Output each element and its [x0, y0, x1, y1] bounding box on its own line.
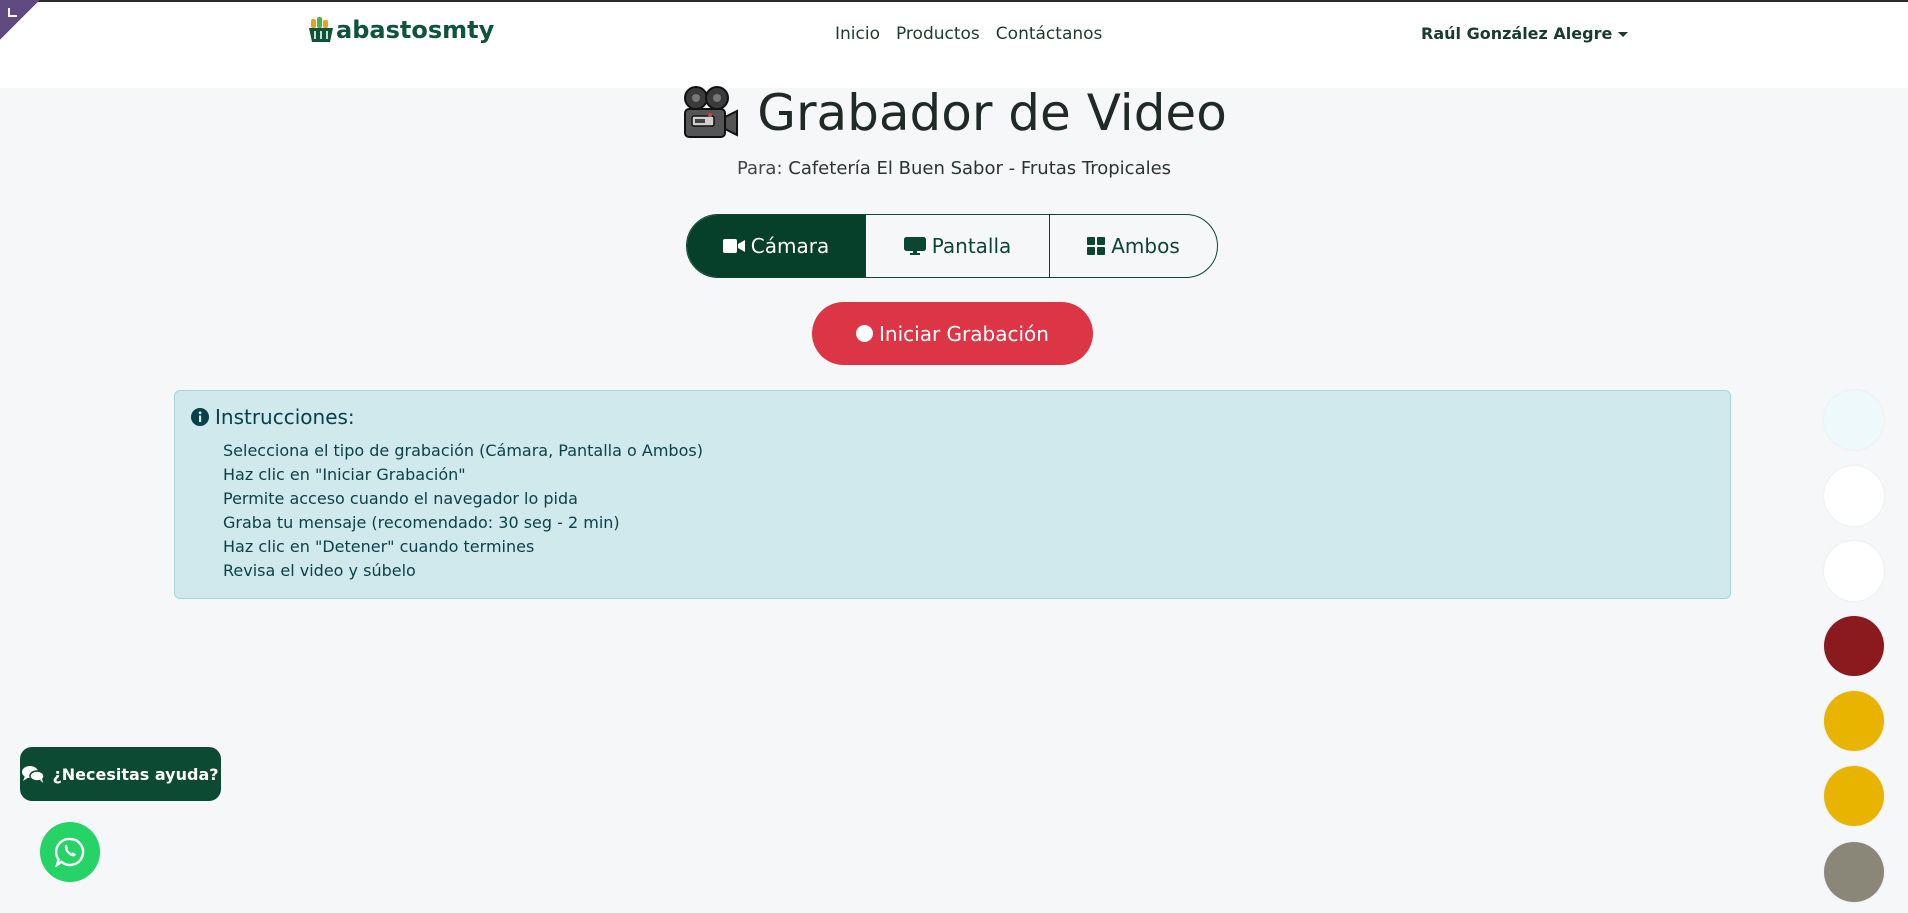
brand-logo[interactable]: abastosmty [308, 16, 494, 44]
record-dot-icon [856, 325, 874, 342]
main-nav: Inicio Productos Contáctanos [835, 24, 1102, 44]
instruction-step: Selecciona el tipo de grabación (Cámara,… [223, 441, 703, 460]
nav-link-productos[interactable]: Productos [896, 24, 980, 44]
help-chat-button[interactable]: ¿Necesitas ayuda? [20, 747, 221, 801]
subtitle-business-name: Cafetería El Buen Sabor - Frutas Tropica… [788, 158, 1172, 179]
basket-icon [309, 17, 333, 42]
video-icon [722, 239, 745, 253]
chat-bubbles-icon [22, 766, 45, 783]
side-product-button[interactable] [1824, 616, 1884, 676]
brand-name: abastosmty [336, 16, 495, 44]
page-title-text: Grabador de Video [757, 84, 1227, 142]
recording-mode-selector: Cámara Pantalla Ambos [686, 214, 1218, 278]
mode-screen-label: Pantalla [931, 234, 1012, 258]
instruction-step: Graba tu mensaje (recomendado: 30 seg - … [223, 513, 620, 532]
user-menu-dropdown[interactable]: Raúl González Alegre [1421, 24, 1629, 43]
mode-both-label: Ambos [1111, 234, 1180, 258]
instructions-heading-text: Instrucciones: [215, 405, 355, 429]
mode-camera-button[interactable]: Cámara [687, 215, 865, 277]
start-recording-button[interactable]: Iniciar Grabación [812, 302, 1093, 365]
side-product-button[interactable] [1824, 466, 1884, 526]
mode-both-button[interactable]: Ambos [1049, 215, 1217, 277]
instructions-list: Selecciona el tipo de grabación (Cámara,… [223, 439, 703, 583]
side-product-button[interactable] [1824, 766, 1884, 826]
side-product-button[interactable] [1824, 691, 1884, 751]
start-recording-label: Iniciar Grabación [879, 321, 1049, 346]
whatsapp-button[interactable] [40, 822, 100, 882]
info-circle-icon [191, 408, 209, 426]
nav-link-inicio[interactable]: Inicio [835, 24, 880, 44]
top-navbar: abastosmty Inicio Productos Contáctanos … [0, 0, 1908, 88]
movie-camera-icon [684, 86, 739, 138]
instructions-heading: Instrucciones: [191, 405, 355, 429]
instruction-step: Haz clic en "Detener" cuando termines [223, 537, 535, 556]
nav-link-contactanos[interactable]: Contáctanos [996, 24, 1103, 44]
instruction-step: Revisa el video y súbelo [223, 561, 416, 580]
page-title: Grabador de Video [0, 84, 1908, 142]
instruction-step: Permite acceso cuando el navegador lo pi… [223, 489, 578, 508]
mode-screen-button[interactable]: Pantalla [865, 215, 1049, 277]
instructions-panel: Instrucciones: Selecciona el tipo de gra… [174, 390, 1731, 599]
whatsapp-icon [55, 837, 85, 867]
grid-icon [1087, 237, 1106, 255]
side-product-button[interactable] [1824, 541, 1884, 601]
user-name: Raúl González Alegre [1421, 24, 1613, 43]
chevron-down-icon [1618, 32, 1629, 37]
page-subtitle: Para: Cafetería El Buen Sabor - Frutas T… [0, 158, 1908, 179]
side-product-button[interactable] [1824, 390, 1884, 450]
corner-ribbon [0, 0, 40, 40]
desktop-icon [903, 237, 926, 255]
help-chat-label: ¿Necesitas ayuda? [52, 764, 219, 784]
mode-camera-label: Cámara [750, 234, 830, 258]
instruction-step: Haz clic en "Iniciar Grabación" [223, 465, 466, 484]
side-product-button[interactable] [1824, 842, 1884, 902]
subtitle-prefix: Para: [736, 158, 783, 179]
